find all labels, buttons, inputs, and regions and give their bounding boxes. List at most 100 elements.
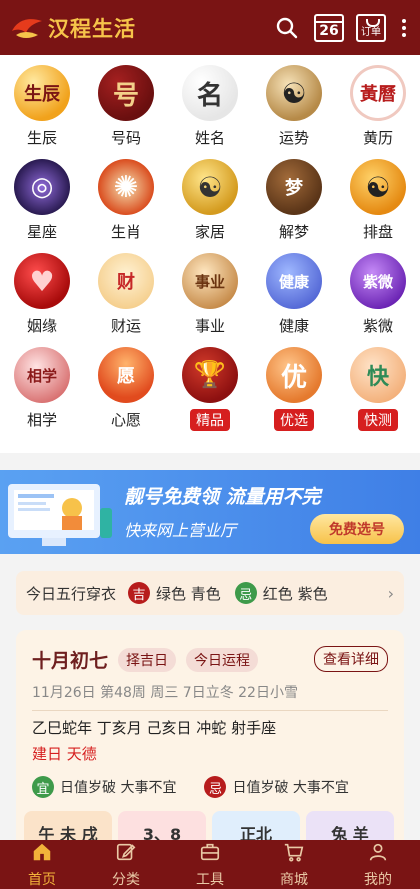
grid-icon-10: ♥ bbox=[14, 253, 70, 309]
grid-label: 家居 bbox=[194, 223, 225, 241]
grid-item-17[interactable]: 🏆 精品 bbox=[168, 347, 252, 441]
grid-icon-14: 紫微 bbox=[350, 253, 406, 309]
grid-item-13[interactable]: 健康 健康 bbox=[252, 253, 336, 347]
grid-item-9[interactable]: ☯ 排盘 bbox=[336, 159, 420, 253]
yi-badge: 宜 bbox=[32, 776, 54, 798]
free-number-button[interactable]: 免费选号 bbox=[310, 514, 404, 544]
grid-label: 星座 bbox=[26, 223, 57, 241]
grid-icon-18: 优 bbox=[266, 347, 322, 403]
grid-icon-1: 号 bbox=[98, 65, 154, 121]
grid-label: 优选 bbox=[274, 409, 314, 431]
grid-item-1[interactable]: 号号码 bbox=[84, 65, 168, 159]
grid-icon-5: ◎ bbox=[14, 159, 70, 215]
nav-label: 分类 bbox=[112, 871, 140, 888]
grid-item-15[interactable]: 相学 相学 bbox=[0, 347, 84, 441]
nav-label: 商城 bbox=[280, 871, 308, 888]
grid-label: 财运 bbox=[110, 317, 141, 335]
grid-item-14[interactable]: 紫微 紫微 bbox=[336, 253, 420, 347]
grid-label: 运势 bbox=[278, 129, 309, 147]
grid-icon-9: ☯ bbox=[350, 159, 406, 215]
more-menu-icon[interactable] bbox=[398, 18, 410, 37]
grid-icon-12: 事业 bbox=[182, 253, 238, 309]
grid-item-18[interactable]: 优优选 bbox=[252, 347, 336, 441]
grid-item-4[interactable]: 黃曆 黄历 bbox=[336, 65, 420, 159]
grid-label: 黄历 bbox=[362, 129, 393, 147]
banner-subtitle: 快来网上营业厅 bbox=[124, 521, 237, 540]
grid-icon-19: 快 bbox=[350, 347, 406, 403]
grid-label: 号码 bbox=[110, 129, 141, 147]
grid-icon-16: 愿 bbox=[98, 347, 154, 403]
grid-icon-6: ✺ bbox=[98, 159, 154, 215]
ji-badge: 忌 bbox=[204, 776, 227, 798]
grid-icon-0: 生辰 bbox=[14, 65, 70, 121]
grid-label: 姻缘 bbox=[26, 317, 57, 335]
order-icon[interactable]: 订单 bbox=[356, 13, 386, 42]
grid-item-8[interactable]: 梦解梦 bbox=[252, 159, 336, 253]
ji-text: 日值岁破 大事不宜 bbox=[232, 780, 349, 796]
grid-label: 姓名 bbox=[194, 129, 225, 147]
view-details-button[interactable]: 查看详细 bbox=[314, 646, 388, 672]
grid-item-0[interactable]: 生辰 生辰 bbox=[0, 65, 84, 159]
service-grid-panel: 生辰 生辰号号码名姓名 ☯ 运势 黃曆 黄历 ◎ 星座 ✺ 生肖 ☯ 家居梦解梦 ☯ 排盘 ♥ 姻缘财财运 事业… bbox=[0, 55, 420, 453]
lunar-date: 十月初七 bbox=[32, 650, 109, 672]
grid-icon-3: ☯ bbox=[266, 65, 322, 121]
grid-label: 相学 bbox=[26, 411, 57, 429]
nav-item-4[interactable]: 我的 bbox=[336, 840, 420, 889]
nav-label: 首页 bbox=[28, 871, 56, 888]
jianri-line: 建日 天德 bbox=[32, 745, 97, 763]
grid-item-2[interactable]: 名姓名 bbox=[168, 65, 252, 159]
grid-icon-13: 健康 bbox=[266, 253, 322, 309]
grid-item-11[interactable]: 财财运 bbox=[84, 253, 168, 347]
nav-item-3[interactable]: 商城 bbox=[252, 840, 336, 889]
home-icon bbox=[31, 841, 53, 867]
top-bar: 汉程生活 26 订单 bbox=[0, 0, 420, 55]
grid-item-5[interactable]: ◎ 星座 bbox=[0, 159, 84, 253]
daily-outfit-row[interactable]: 今日五行穿衣 吉 绿色 青色 忌 红色 紫色 › bbox=[16, 571, 404, 615]
grid-item-12[interactable]: 事业 事业 bbox=[168, 253, 252, 347]
nav-label: 工具 bbox=[196, 871, 224, 888]
good-colors: 绿色 青色 bbox=[156, 584, 221, 603]
yi-ji-row: 宜 日值岁破 大事不宜 忌 日值岁破 大事不宜 bbox=[32, 776, 349, 798]
nav-item-2[interactable]: 工具 bbox=[168, 840, 252, 889]
grid-label: 快测 bbox=[358, 409, 398, 431]
auspicious-day-pill[interactable]: 择吉日 bbox=[118, 647, 177, 672]
grid-item-19[interactable]: 快快测 bbox=[336, 347, 420, 441]
grid-item-16[interactable]: 愿心愿 bbox=[84, 347, 168, 441]
chevron-right-icon[interactable]: › bbox=[388, 584, 394, 603]
promo-banner[interactable]: 靓号免费领 流量用不完 快来网上营业厅 免费选号 bbox=[0, 470, 420, 554]
grid-icon-17: 🏆 bbox=[182, 347, 238, 403]
nav-item-0[interactable]: 首页 bbox=[0, 840, 84, 889]
grid-label: 生肖 bbox=[110, 223, 141, 241]
ganzhi-line: 乙巳蛇年 丁亥月 己亥日 冲蛇 射手座 bbox=[32, 719, 277, 737]
computer-illustration-icon bbox=[8, 484, 112, 546]
nav-label: 我的 bbox=[364, 871, 392, 888]
logo-text: 汉程生活 bbox=[48, 16, 136, 41]
nav-item-1[interactable]: 分类 bbox=[84, 840, 168, 889]
order-label: 订单 bbox=[361, 26, 381, 38]
avoid-colors: 红色 紫色 bbox=[262, 584, 328, 603]
app-logo[interactable]: 汉程生活 bbox=[10, 13, 136, 43]
grid-label: 紫微 bbox=[362, 317, 393, 335]
grid-icon-2: 名 bbox=[182, 65, 238, 121]
grid-item-3[interactable]: ☯ 运势 bbox=[252, 65, 336, 159]
grid-icon-4: 黃曆 bbox=[350, 65, 406, 121]
almanac-card: 十月初七 择吉日 今日运程 查看详细 11月26日 第48周 周三 7日立冬 2… bbox=[16, 630, 404, 851]
calendar-icon[interactable]: 26 bbox=[314, 13, 344, 42]
grid-icon-7: ☯ bbox=[182, 159, 238, 215]
daily-fortune-pill[interactable]: 今日运程 bbox=[186, 647, 259, 672]
grid-icon-11: 财 bbox=[98, 253, 154, 309]
grid-icon-8: 梦 bbox=[266, 159, 322, 215]
grid-label: 健康 bbox=[278, 317, 309, 335]
search-icon[interactable] bbox=[272, 13, 302, 43]
cart-icon bbox=[283, 841, 305, 867]
grid-label: 排盘 bbox=[362, 223, 393, 241]
user-icon bbox=[367, 841, 389, 867]
grid-item-6[interactable]: ✺ 生肖 bbox=[84, 159, 168, 253]
grid-icon-15: 相学 bbox=[14, 347, 70, 403]
grid-item-7[interactable]: ☯ 家居 bbox=[168, 159, 252, 253]
outfit-label: 今日五行穿衣 bbox=[26, 584, 117, 603]
grid-item-10[interactable]: ♥ 姻缘 bbox=[0, 253, 84, 347]
yi-text: 日值岁破 大事不宜 bbox=[60, 780, 177, 796]
divider bbox=[32, 710, 388, 711]
grid-label: 解梦 bbox=[278, 223, 309, 241]
